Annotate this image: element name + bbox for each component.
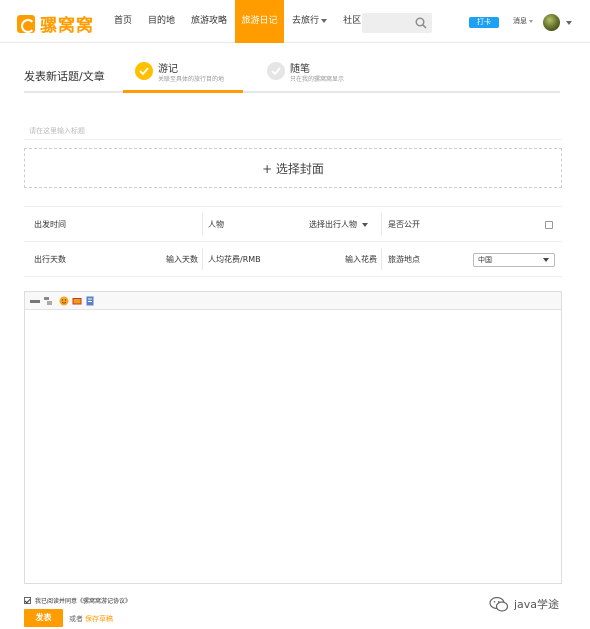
watermark-text: java学途 bbox=[514, 598, 560, 611]
chevron-down-icon bbox=[362, 222, 368, 227]
tab-label: 游记 bbox=[158, 64, 178, 75]
top-header: 骡窝窝 首页 目的地 旅游攻略 旅游日记 去旅行 社区 打卡 消息 bbox=[0, 0, 590, 43]
tab-description: 关联至具体的旅行目的地 bbox=[158, 76, 225, 83]
save-draft-link[interactable]: 保存草稿 bbox=[85, 614, 113, 624]
location-select-value: 中国 bbox=[478, 256, 492, 264]
depart-time-label: 出发时间 bbox=[34, 220, 66, 229]
emoji-icon[interactable] bbox=[59, 296, 69, 306]
info-row: 出发时间 人物 选择出行人物 是否公开 bbox=[24, 207, 562, 242]
public-label: 是否公开 bbox=[388, 220, 420, 229]
select-cover-button[interactable]: + 选择封面 bbox=[24, 148, 562, 188]
wechat-icon bbox=[489, 596, 509, 612]
agreement-checkbox[interactable]: 我已阅读并同意《骡窝窝游记协议》 bbox=[24, 596, 131, 605]
cost-input[interactable]: 输入花费 bbox=[304, 242, 377, 277]
checkin-button[interactable]: 打卡 bbox=[469, 17, 499, 28]
divider bbox=[202, 213, 203, 235]
nav-item-guides[interactable]: 旅游攻略 bbox=[183, 0, 235, 43]
divider bbox=[381, 248, 382, 270]
tab-essay[interactable]: 随笔 只在我的骡窝窝显示 bbox=[255, 56, 375, 93]
editor-toolbar bbox=[25, 292, 561, 310]
cost-label: 人均花费/RMB bbox=[208, 255, 261, 264]
nav-item-go-travel[interactable]: 去旅行 bbox=[284, 0, 335, 43]
separator-icon[interactable] bbox=[43, 296, 53, 306]
site-logo[interactable]: 骡窝窝 bbox=[17, 11, 94, 36]
page-title: 发表新话题/文章 bbox=[24, 70, 105, 83]
image-icon[interactable] bbox=[72, 296, 82, 306]
main-nav: 首页 目的地 旅游攻略 旅游日记 去旅行 社区 bbox=[106, 0, 377, 43]
tab-label: 随笔 bbox=[290, 64, 310, 75]
people-select-value: 选择出行人物 bbox=[309, 220, 357, 229]
logo-icon bbox=[17, 14, 35, 33]
chevron-down-icon bbox=[543, 258, 549, 262]
publish-button[interactable]: 发表 bbox=[24, 609, 63, 627]
location-label: 旅游地点 bbox=[388, 255, 420, 264]
nav-label: 社区 bbox=[343, 16, 362, 26]
chevron-down-icon bbox=[529, 19, 533, 23]
nav-item-travel-diary[interactable]: 旅游日记 bbox=[235, 0, 285, 43]
info-row: 出行天数 输入天数 人均花费/RMB 输入花费 旅游地点 中国 bbox=[24, 242, 562, 277]
or-text: 或者 bbox=[69, 615, 83, 623]
search-input[interactable] bbox=[362, 13, 432, 33]
nav-item-home[interactable]: 首页 bbox=[106, 0, 140, 43]
avatar[interactable] bbox=[543, 14, 560, 31]
watermark: java学途 bbox=[489, 596, 559, 612]
horizontal-rule-icon[interactable] bbox=[30, 296, 40, 306]
public-checkbox[interactable] bbox=[545, 221, 553, 229]
divider bbox=[202, 248, 203, 270]
document-icon[interactable] bbox=[85, 296, 95, 306]
location-select[interactable]: 中国 bbox=[473, 253, 555, 267]
nav-item-destination[interactable]: 目的地 bbox=[140, 0, 183, 43]
agreement-text: 我已阅读并同意《骡窝窝游记协议》 bbox=[35, 598, 132, 605]
trip-info-grid: 出发时间 人物 选择出行人物 是否公开 出行天数 输入天数 人均花费/RMB 输… bbox=[24, 206, 562, 277]
people-label: 人物 bbox=[208, 220, 224, 229]
messages-label: 消息 bbox=[513, 17, 527, 25]
tab-travel-note[interactable]: 游记 关联至具体的旅行目的地 bbox=[123, 56, 243, 93]
post-type-bar: 发表新话题/文章 游记 关联至具体的旅行目的地 随笔 只在我的骡窝窝显示 bbox=[24, 56, 560, 93]
messages-link[interactable]: 消息 bbox=[513, 16, 533, 26]
depart-time-field[interactable] bbox=[84, 207, 194, 242]
chevron-down-icon bbox=[321, 18, 328, 23]
checkbox-checked-icon bbox=[24, 597, 31, 604]
check-circle-icon bbox=[267, 62, 285, 80]
nav-label: 旅游日记 bbox=[241, 16, 278, 26]
people-select[interactable]: 选择出行人物 bbox=[309, 207, 368, 242]
logo-text: 骡窝窝 bbox=[40, 16, 94, 36]
nav-label: 旅游攻略 bbox=[191, 16, 228, 26]
nav-label: 去旅行 bbox=[292, 16, 320, 26]
check-circle-icon bbox=[135, 62, 153, 80]
content-editor[interactable] bbox=[24, 291, 562, 584]
nav-label: 首页 bbox=[114, 16, 133, 26]
divider bbox=[381, 213, 382, 235]
days-label: 出行天数 bbox=[34, 255, 66, 264]
search-icon[interactable] bbox=[415, 17, 427, 29]
days-input[interactable]: 输入天数 bbox=[124, 242, 198, 277]
chevron-down-icon[interactable] bbox=[566, 21, 572, 25]
tab-description: 只在我的骡窝窝显示 bbox=[290, 76, 345, 83]
title-input[interactable] bbox=[24, 122, 562, 140]
nav-label: 目的地 bbox=[148, 16, 176, 26]
